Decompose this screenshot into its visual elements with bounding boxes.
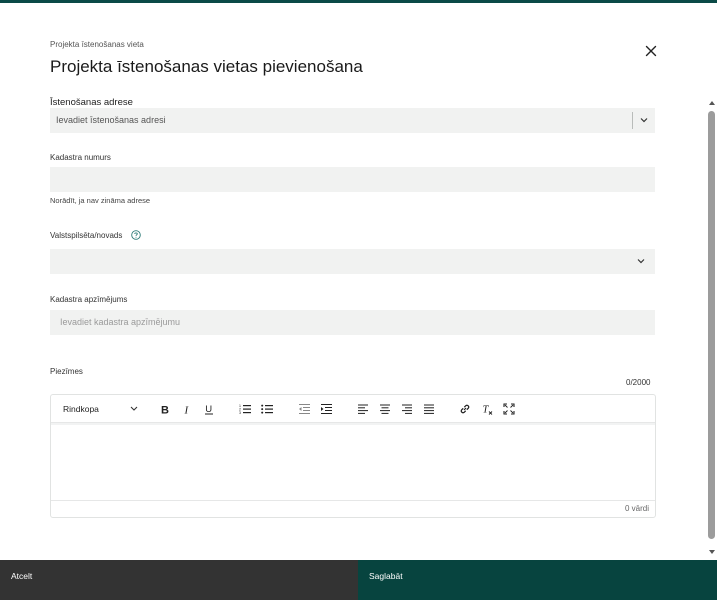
align-left-icon [358, 404, 368, 414]
svg-text:B: B [161, 405, 169, 416]
paragraph-format-value: Rindkopa [63, 404, 99, 414]
cadastre-designation-placeholder: Ievadiet kadastra apzīmējumu [60, 317, 181, 327]
indent-icon [321, 404, 332, 414]
cancel-button[interactable]: Atcelt [0, 560, 358, 600]
word-count: 0 vārdi [624, 504, 649, 513]
address-label: Īstenošanas adrese [50, 97, 133, 108]
address-select[interactable]: Ievadiet īstenošanas adresi [50, 108, 655, 133]
svg-text:U: U [205, 404, 212, 415]
clear-format-icon: T [483, 405, 493, 416]
align-center-icon [380, 404, 390, 414]
close-icon [645, 45, 657, 57]
link-icon [460, 404, 470, 414]
fullscreen-button[interactable] [502, 402, 516, 416]
address-placeholder: Ievadiet īstenošanas adresi [56, 115, 166, 125]
fullscreen-icon [503, 403, 515, 415]
chevron-down-icon[interactable] [635, 255, 647, 267]
cancel-button-label: Atcelt [11, 571, 33, 581]
chevron-down-icon [130, 406, 138, 411]
save-button[interactable]: Saglabāt [358, 560, 717, 600]
page-title: Projekta īstenošanas vietas pievienošana [50, 57, 363, 76]
justify-icon [424, 404, 434, 414]
indent-button[interactable] [319, 402, 333, 416]
dialog-footer: Atcelt Saglabāt [0, 560, 717, 600]
close-button[interactable] [642, 42, 660, 60]
bold-icon: B [161, 405, 169, 416]
notes-char-counter: 0/2000 [626, 378, 651, 387]
municipality-label: Valstspilsēta/novads [50, 231, 123, 240]
select-divider [632, 112, 633, 129]
underline-button[interactable]: U [202, 402, 216, 416]
scroll-down-icon[interactable] [708, 548, 716, 556]
align-left-button[interactable] [356, 402, 370, 416]
scroll-thumb[interactable] [708, 111, 715, 539]
cadastre-number-input[interactable] [50, 167, 655, 192]
svg-text:T: T [483, 405, 490, 416]
breadcrumb: Projekta īstenošanas vieta [50, 40, 144, 49]
align-right-button[interactable] [400, 402, 414, 416]
link-button[interactable] [458, 402, 472, 416]
paragraph-format-select[interactable]: Rindkopa [59, 401, 139, 417]
save-button-label: Saglabāt [369, 571, 403, 581]
outdent-icon [299, 404, 310, 414]
svg-text:I: I [184, 405, 190, 416]
cadastre-designation-input[interactable]: Ievadiet kadastra apzīmējumu [50, 310, 655, 335]
clear-format-button[interactable]: T [480, 402, 494, 416]
justify-button[interactable] [422, 402, 436, 416]
align-center-button[interactable] [378, 402, 392, 416]
bulleted-list-button[interactable] [260, 402, 274, 416]
bulleted-list-icon [261, 404, 273, 414]
svg-text:3: 3 [239, 411, 241, 415]
italic-icon: I [184, 405, 190, 416]
notes-editor[interactable]: Rindkopa B I U 1 2 3 T 0 vārdi [50, 394, 656, 518]
cadastre-designation-label: Kadastra apzīmējums [50, 295, 128, 304]
editor-toolbar: Rindkopa B I U 1 2 3 T [51, 395, 655, 423]
top-accent-bar [0, 0, 717, 3]
underline-icon: U [205, 404, 213, 415]
outdent-button[interactable] [297, 402, 311, 416]
chevron-down-icon[interactable] [638, 114, 650, 126]
cadastre-number-hint: Norādīt, ja nav zināma adrese [50, 196, 151, 205]
municipality-select[interactable] [50, 249, 655, 274]
editor-status-bar: 0 vārdi [51, 500, 655, 517]
numbered-list-icon: 1 2 3 [239, 404, 251, 415]
cadastre-number-label: Kadastra numurs [50, 153, 111, 162]
notes-label: Piezīmes [50, 367, 83, 376]
align-right-icon [402, 404, 412, 414]
bold-button[interactable]: B [158, 402, 172, 416]
italic-button[interactable]: I [180, 402, 194, 416]
numbered-list-button[interactable]: 1 2 3 [238, 402, 252, 416]
help-icon[interactable] [131, 230, 141, 240]
vertical-scrollbar[interactable] [707, 97, 717, 559]
scroll-up-icon[interactable] [708, 99, 716, 107]
